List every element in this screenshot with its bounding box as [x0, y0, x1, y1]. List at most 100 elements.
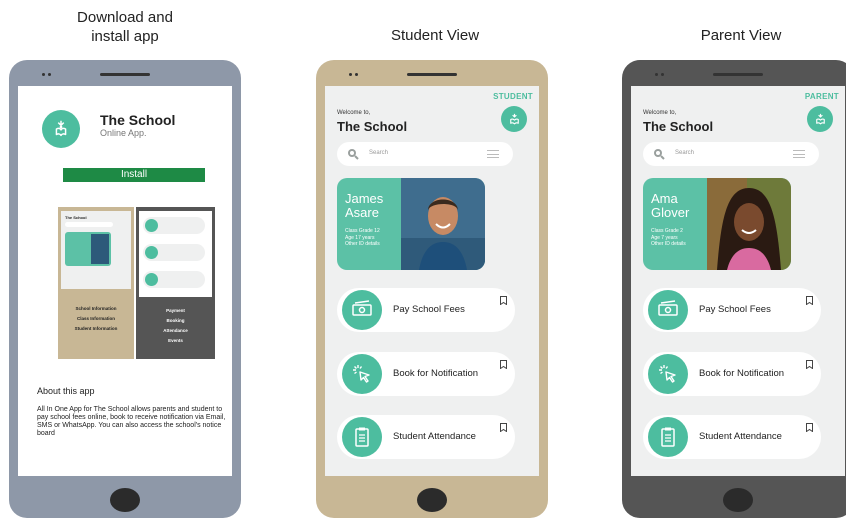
- preview-photo: [91, 234, 109, 264]
- detail-line: Other ID details: [651, 241, 686, 247]
- school-logo-icon: [42, 110, 80, 148]
- student-photo: [401, 178, 485, 270]
- attendance-button[interactable]: Student Attendance: [337, 415, 515, 459]
- download-phone: The School Online App. Install The Schoo…: [9, 60, 241, 518]
- preview-action-icon: [145, 273, 158, 286]
- download-caption-line1: Download and: [77, 9, 173, 26]
- install-button[interactable]: Install: [63, 168, 205, 182]
- clipboard-icon: [342, 417, 382, 457]
- about-text: All In One App for The School allows par…: [37, 406, 226, 437]
- preview-action-icon: [145, 246, 158, 259]
- preview-action-icon: [145, 219, 158, 232]
- bookmark-icon[interactable]: [500, 360, 507, 369]
- app-preview: The School School Information Class Info…: [58, 207, 215, 359]
- money-icon: [342, 290, 382, 330]
- detail-line: Other ID details: [345, 241, 380, 247]
- bookmark-icon[interactable]: [806, 423, 813, 432]
- search-placeholder: Search: [675, 150, 695, 156]
- download-caption-line2: install app: [91, 28, 159, 45]
- menu-icon[interactable]: [487, 150, 499, 158]
- click-icon: [648, 354, 688, 394]
- parent-screen: PARENT Welcome to, The School Search Ama…: [631, 86, 845, 476]
- attendance-button[interactable]: Student Attendance: [643, 415, 821, 459]
- search-icon: [654, 149, 665, 160]
- download-caption: Download and install app: [42, 8, 208, 46]
- preview-student-screen: The School: [61, 211, 131, 289]
- preview-parent-screen: [139, 211, 212, 297]
- click-icon: [342, 354, 382, 394]
- pay-fees-button[interactable]: Pay School Fees: [337, 288, 515, 332]
- app-name: The School: [100, 112, 176, 128]
- book-notification-button[interactable]: Book for Notification: [337, 352, 515, 396]
- clipboard-icon: [648, 417, 688, 457]
- preview-link: Booking: [166, 318, 185, 323]
- student-id-card[interactable]: James Asare Class Grade 12 Age 17 years …: [337, 178, 485, 270]
- search-icon: [348, 149, 359, 160]
- preview-right-links: Payment Booking Attendance Events: [136, 306, 215, 346]
- action-label: Pay School Fees: [393, 304, 465, 315]
- school-logo-icon: [807, 106, 833, 132]
- home-button[interactable]: [417, 488, 447, 512]
- preview-link: Events: [168, 338, 183, 343]
- camera-dots: [349, 73, 363, 76]
- download-screen: The School Online App. Install The Schoo…: [18, 86, 232, 476]
- child-id-card[interactable]: Ama Glover Class Grade 2 Age 7 years Oth…: [643, 178, 791, 270]
- speaker: [713, 73, 763, 76]
- action-label: Student Attendance: [393, 431, 476, 442]
- role-label: STUDENT: [493, 92, 533, 101]
- student-screen: STUDENT Welcome to, The School Search Ja…: [325, 86, 539, 476]
- search-placeholder: Search: [369, 150, 389, 156]
- welcome-text: Welcome to,: [337, 110, 371, 116]
- action-label: Pay School Fees: [699, 304, 771, 315]
- school-logo-icon: [501, 106, 527, 132]
- preview-link: Class Information: [76, 316, 115, 321]
- child-details: Class Grade 2 Age 7 years Other ID detai…: [651, 228, 707, 248]
- pay-fees-button[interactable]: Pay School Fees: [643, 288, 821, 332]
- preview-title: The School: [65, 215, 87, 220]
- about-title: About this app: [37, 386, 95, 396]
- preview-action: [143, 271, 205, 288]
- bookmark-icon[interactable]: [806, 296, 813, 305]
- bookmark-icon[interactable]: [500, 423, 507, 432]
- parent-caption: Parent View: [700, 27, 782, 44]
- bookmark-icon[interactable]: [806, 360, 813, 369]
- speaker: [407, 73, 457, 76]
- preview-left-links: School Information Class Information Stu…: [58, 304, 134, 334]
- search-input[interactable]: Search: [337, 142, 513, 166]
- action-label: Student Attendance: [699, 431, 782, 442]
- home-button[interactable]: [723, 488, 753, 512]
- student-phone: STUDENT Welcome to, The School Search Ja…: [316, 60, 548, 518]
- preview-link: School Information: [75, 306, 117, 311]
- student-details: Class Grade 12 Age 17 years Other ID det…: [345, 228, 401, 248]
- app-title: The School: [643, 119, 714, 134]
- preview-search: [65, 222, 113, 227]
- role-label: PARENT: [804, 92, 839, 101]
- preview-student: The School School Information Class Info…: [58, 207, 134, 359]
- menu-icon[interactable]: [793, 150, 805, 158]
- home-button[interactable]: [110, 488, 140, 512]
- money-icon: [648, 290, 688, 330]
- preview-parent: Payment Booking Attendance Events: [136, 207, 215, 359]
- camera-dots: [42, 73, 56, 76]
- preview-link: Attendance: [163, 328, 188, 333]
- welcome-text: Welcome to,: [643, 110, 677, 116]
- student-caption: Student View: [390, 27, 480, 44]
- preview-action: [143, 244, 205, 261]
- child-name: Ama Glover: [651, 191, 690, 220]
- bookmark-icon[interactable]: [500, 296, 507, 305]
- child-photo: [707, 178, 791, 270]
- preview-id-card: [65, 232, 111, 266]
- app-subtitle: Online App.: [100, 128, 147, 138]
- action-label: Book for Notification: [393, 368, 479, 379]
- parent-phone: PARENT Welcome to, The School Search Ama…: [622, 60, 846, 518]
- search-input[interactable]: Search: [643, 142, 819, 166]
- preview-link: Student Information: [74, 326, 118, 331]
- camera-dots: [655, 73, 669, 76]
- student-name: James Asare: [345, 191, 384, 220]
- action-label: Book for Notification: [699, 368, 785, 379]
- app-title: The School: [337, 119, 408, 134]
- book-notification-button[interactable]: Book for Notification: [643, 352, 821, 396]
- speaker: [100, 73, 150, 76]
- preview-link: Payment: [166, 308, 185, 313]
- preview-action: [143, 217, 205, 234]
